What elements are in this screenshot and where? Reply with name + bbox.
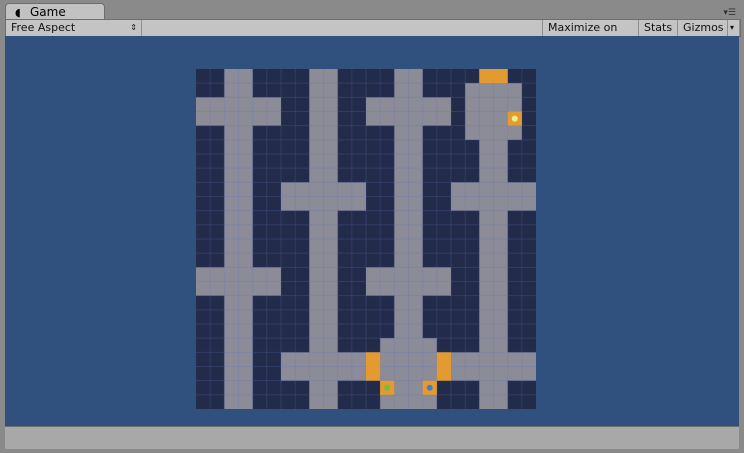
maximize-on-play-button[interactable]: Maximize on Play [542, 20, 639, 50]
door-right [436, 352, 451, 381]
green-player-icon [384, 384, 391, 391]
game-toolbar: Free Aspect ⇕ Maximize on Play Stats Gizm… [5, 19, 741, 50]
door-left [366, 352, 381, 381]
updown-icon: ⇕ [130, 23, 137, 32]
key-icon [511, 115, 518, 122]
goal-door [479, 69, 508, 84]
aspect-label: Free Aspect [11, 21, 76, 34]
stats-button[interactable]: Stats [639, 20, 678, 36]
maze-board [196, 69, 536, 409]
panel-menu-icon[interactable]: ▾☰ [723, 8, 736, 18]
blue-player-icon [426, 384, 433, 391]
game-view[interactable] [5, 36, 739, 426]
status-bar [5, 426, 739, 449]
aspect-dropdown[interactable]: Free Aspect ⇕ [6, 20, 142, 36]
gizmos-button[interactable]: Gizmos [678, 20, 728, 36]
gizmos-dropdown-icon[interactable]: ▾ [728, 20, 740, 36]
